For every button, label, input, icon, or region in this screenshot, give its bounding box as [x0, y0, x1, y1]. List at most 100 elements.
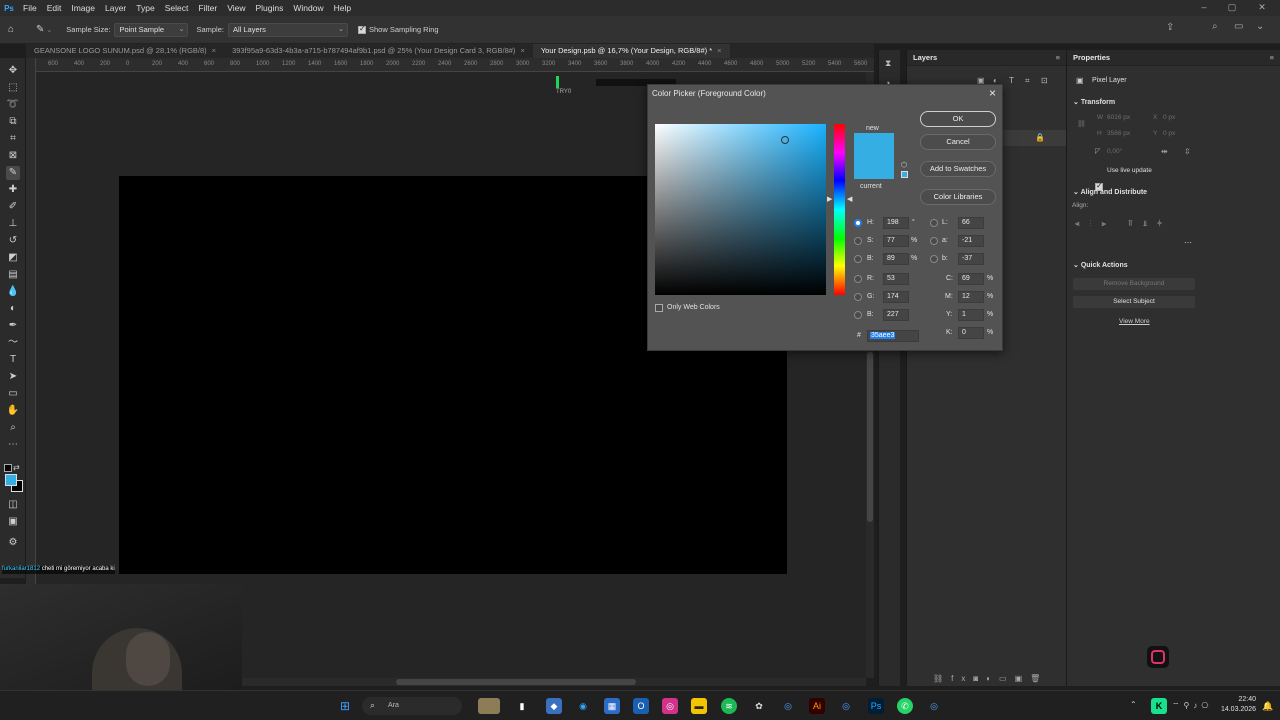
lightness-radio[interactable]: [930, 219, 938, 227]
pen-tool-icon[interactable]: ✒: [6, 319, 20, 333]
red-field[interactable]: 53: [883, 273, 909, 285]
menu-select[interactable]: Select: [160, 3, 194, 13]
brightness-radio[interactable]: [854, 255, 862, 263]
b-channel-radio[interactable]: [930, 255, 938, 263]
web-safe-color-icon[interactable]: [901, 171, 908, 178]
quick-mask-icon[interactable]: ◫: [6, 498, 20, 512]
hue-slider-left-arrow[interactable]: ▶: [827, 195, 832, 203]
minimize-icon[interactable]: –: [1192, 0, 1216, 16]
illustrator-icon[interactable]: Ai: [809, 698, 825, 714]
crop-tool-icon[interactable]: ⌗: [6, 132, 20, 146]
add-to-swatches-button[interactable]: Add to Swatches: [920, 161, 996, 177]
more-options-icon[interactable]: ⋯: [1184, 238, 1192, 247]
windows-start-icon[interactable]: ⊞: [337, 698, 353, 714]
menu-image[interactable]: Image: [66, 3, 100, 13]
task-view-icon[interactable]: ▮: [514, 698, 530, 714]
widgets-icon[interactable]: [478, 698, 500, 714]
show-sampling-ring-checkbox[interactable]: [357, 24, 366, 34]
panel-menu-icon[interactable]: ≡: [1056, 53, 1060, 62]
taskbar-clock[interactable]: 22:40 14.03.2026: [1221, 695, 1256, 715]
green-radio[interactable]: [854, 293, 862, 301]
file-explorer-icon[interactable]: ▬: [691, 698, 707, 714]
store-icon[interactable]: ▦: [604, 698, 620, 714]
tab-your-design[interactable]: Your Design.psb @ 16,7% (Your Design, RG…: [532, 44, 730, 58]
eraser-tool-icon[interactable]: ◩: [6, 251, 20, 265]
outlook-icon[interactable]: O: [633, 698, 649, 714]
lock-icon[interactable]: 🔒: [1035, 133, 1045, 142]
view-more-link[interactable]: View More: [1119, 318, 1150, 325]
sample-select[interactable]: All Layers ⌄: [227, 22, 348, 37]
tab-geansone-logo[interactable]: GEANSONE LOGO SUNUM.psd @ 28,1% (RGB/8) ×: [26, 44, 224, 58]
notifications-icon[interactable]: 🔔: [1262, 701, 1273, 712]
transform-section-title[interactable]: ⌄ Transform: [1073, 98, 1115, 106]
magenta-field[interactable]: 12: [958, 291, 984, 303]
curvature-pen-tool-icon[interactable]: 〜: [6, 336, 20, 350]
hue-slider[interactable]: [834, 124, 845, 295]
filter-shape-icon[interactable]: ⌗: [1025, 76, 1030, 86]
eyedropper-tool-icon[interactable]: ✎: [36, 24, 44, 35]
hue-field[interactable]: 198: [883, 217, 909, 229]
tool-preset-chevron-icon[interactable]: ⌄: [46, 26, 52, 34]
healing-brush-tool-icon[interactable]: ✚: [6, 183, 20, 197]
edge-icon[interactable]: ◉: [575, 698, 591, 714]
link-dimensions-icon[interactable]: ⛓: [1077, 120, 1086, 128]
zoom-tool-icon[interactable]: ⌕: [6, 421, 20, 435]
black-field[interactable]: 0: [958, 327, 984, 339]
lightness-field[interactable]: 66: [958, 217, 984, 229]
tray-icons[interactable]: ⌔⚲♪⎔: [1172, 701, 1212, 711]
blur-tool-icon[interactable]: 💧: [6, 285, 20, 299]
workspace-icon[interactable]: ▭: [1234, 21, 1243, 32]
flip-vertical-icon[interactable]: ⇳: [1184, 147, 1191, 156]
path-selection-tool-icon[interactable]: ➤: [6, 370, 20, 384]
menu-type[interactable]: Type: [131, 3, 159, 13]
dodge-tool-icon[interactable]: ◐: [6, 302, 20, 316]
menu-window[interactable]: Window: [288, 3, 328, 13]
scroll-thumb[interactable]: [867, 352, 873, 522]
close-tab-icon[interactable]: ×: [717, 46, 721, 55]
history-brush-tool-icon[interactable]: ↺: [6, 234, 20, 248]
type-tool-icon[interactable]: T: [6, 353, 20, 367]
hue-radio[interactable]: [854, 219, 862, 227]
a-channel-field[interactable]: -21: [958, 235, 984, 247]
rectangle-tool-icon[interactable]: ▭: [6, 387, 20, 401]
yellow-field[interactable]: 1: [958, 309, 984, 321]
kick-icon[interactable]: K: [1151, 698, 1167, 714]
move-tool-icon[interactable]: ✥: [6, 64, 20, 78]
hue-slider-right-arrow[interactable]: ◀: [847, 195, 852, 203]
cancel-button[interactable]: Cancel: [920, 134, 996, 150]
history-panel-icon[interactable]: ⧗: [885, 58, 891, 69]
menu-help[interactable]: Help: [329, 3, 356, 13]
color-libraries-button[interactable]: Color Libraries: [920, 189, 996, 205]
foreground-color-swatch[interactable]: [5, 474, 17, 486]
taskbar-search[interactable]: ⌕ Ara: [362, 697, 462, 715]
align-distribute-section-title[interactable]: ⌄ Align and Distribute: [1073, 188, 1147, 196]
copilot-icon[interactable]: ◆: [546, 698, 562, 714]
share-icon[interactable]: ⇪: [1166, 22, 1174, 33]
screen-mode-icon[interactable]: ▣: [6, 515, 20, 529]
menu-view[interactable]: View: [222, 3, 250, 13]
filter-type-icon[interactable]: T: [1009, 76, 1014, 85]
more-tools-icon[interactable]: ⋯: [6, 438, 20, 452]
sample-size-select[interactable]: Point Sample ⌄: [114, 22, 189, 37]
workspace-menu-icon[interactable]: ⌄: [1256, 21, 1264, 32]
edit-toolbar-icon[interactable]: ⚙: [6, 536, 20, 550]
green-field[interactable]: 174: [883, 291, 909, 303]
ok-button[interactable]: OK: [920, 111, 996, 127]
saturation-brightness-field[interactable]: [655, 124, 826, 295]
color-picker-ring[interactable]: [781, 136, 789, 144]
swap-colors-icon[interactable]: ⇄: [13, 463, 20, 472]
scroll-thumb[interactable]: [396, 679, 636, 685]
flip-horizontal-icon[interactable]: ⇹: [1161, 147, 1168, 156]
tab-design-card[interactable]: 393f95a9-63d3-4b3a-a715-b787494af9b1.psd…: [224, 44, 533, 58]
default-colors-icon[interactable]: [4, 464, 12, 472]
lasso-tool-icon[interactable]: ➰: [6, 98, 20, 112]
close-tab-icon[interactable]: ×: [212, 46, 216, 55]
maximize-icon[interactable]: ▢: [1220, 0, 1244, 16]
a-channel-radio[interactable]: [930, 237, 938, 245]
tray-chevron-icon[interactable]: ⌃: [1130, 700, 1137, 709]
close-icon[interactable]: ✕: [1250, 0, 1274, 16]
search-icon[interactable]: ⌕: [1212, 21, 1218, 32]
cyan-field[interactable]: 69: [958, 273, 984, 285]
frame-tool-icon[interactable]: ⊠: [6, 149, 20, 163]
blue-field[interactable]: 227: [883, 309, 909, 321]
